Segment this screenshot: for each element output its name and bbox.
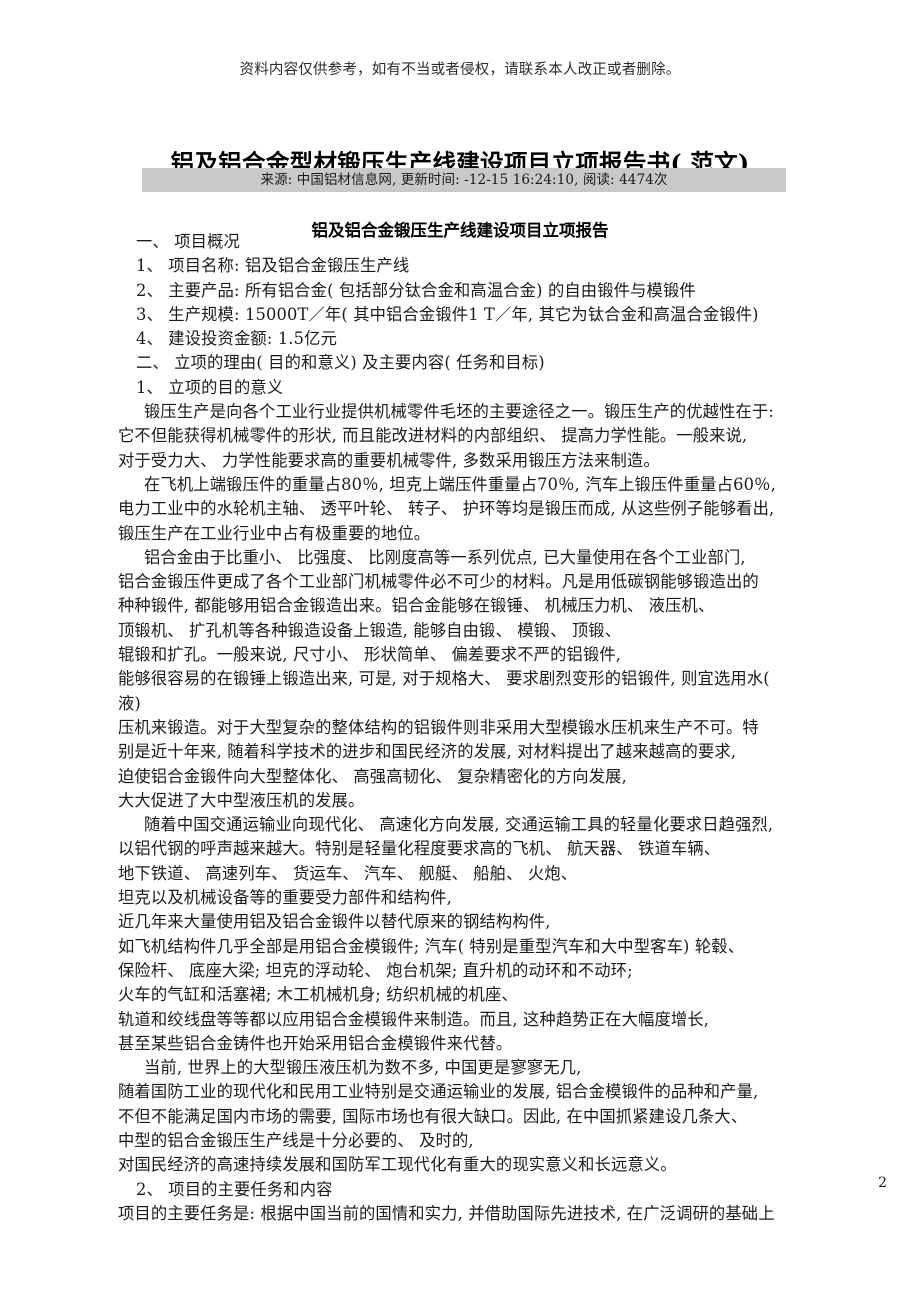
body-line: 以铝代钢的呼声越来越大。特别是轻量化程度要求高的飞机、 航天器、 铁道车辆、 bbox=[118, 839, 721, 859]
body-line: 压机来锻造。对于大型复杂的整体结构的铝锻件则非采用大型模锻水压机来生产不可。特 bbox=[118, 717, 759, 737]
body-line: 对于受力大、 力学性能要求高的重要机械零件, 多数采用锻压方法来制造。 bbox=[118, 450, 660, 470]
body-line: 近几年来大量使用铝及铝合金锻件以替代原来的钢结构构件, bbox=[118, 912, 551, 932]
body-line: 1、 立项的目的意义 bbox=[136, 377, 284, 397]
body-line: 锻压生产是向各个工业行业提供机械零件毛坯的主要途径之一。锻压生产的优越性在于: bbox=[144, 402, 775, 422]
document-body: 一、 项目概况 1、 项目名称: 铝及铝合金锻压生产线 2、 主要产品: 所有铝合金… bbox=[118, 230, 833, 1226]
body-line: 项目的主要任务是: 根据中国当前的国情和实力, 并借助国际先进技术, 在广泛调研… bbox=[118, 1203, 775, 1223]
body-line: 锻压生产在工业行业中占有极重要的地位。 bbox=[118, 523, 431, 543]
body-line: 别是近十年来, 随着科学技术的进步和国民经济的发展, 对材料提出了越来越高的要求… bbox=[118, 742, 737, 762]
body-line: 如飞机结构件几乎全部是用铝合金模锻件; 汽车( 特别是重型汽车和大中型客车) 轮… bbox=[118, 936, 745, 956]
body-line: 地下铁道、 高速列车、 货运车、 汽车、 舰艇、 船舶、 火炮、 bbox=[118, 863, 578, 883]
document-page: 资料内容仅供参考，如有不当或者侵权，请联系本人改正或者删除。 铝及铝合金型材锻压… bbox=[0, 0, 920, 1302]
body-line: 铝合金由于比重小、 比强度、 比刚度高等一系列优点, 已大量使用在各个工业部门, bbox=[144, 547, 746, 567]
body-line: 辊锻和扩孔。一般来说, 尺寸小、 形状简单、 偏差要求不严的铝锻件, bbox=[118, 645, 622, 665]
body-line: 火车的气缸和活塞裙; 木工机械机身; 纺织机械的机座、 bbox=[118, 985, 518, 1005]
body-line: 甚至某些铝合金铸件也开始采用铝合金模锻件来代替。 bbox=[118, 1033, 513, 1053]
body-line: 大大促进了大中型液压机的发展。 bbox=[118, 790, 365, 810]
body-line: 当前, 世界上的大型锻压液压机为数不多, 中国更是寥寥无几, bbox=[144, 1058, 582, 1078]
body-line: 对国民经济的高速持续发展和国防军工现代化有重大的现实意义和长远意义。 bbox=[118, 1155, 677, 1175]
body-line: 二、 立项的理由( 目的和意义) 及主要内容( 任务和目标) bbox=[136, 353, 545, 373]
body-line: 种种锻件, 都能够用铝合金锻造出来。铝合金能够在锻锤、 机械压力机、 液压机、 bbox=[118, 596, 715, 616]
body-line: 不但不能满足国内市场的需要, 国际市场也有很大缺口。因此, 在中国抓紧建设几条大… bbox=[118, 1106, 748, 1126]
body-line: 坦克以及机械设备等的重要受力部件和结构件, bbox=[118, 888, 452, 908]
body-line: 轨道和绞线盘等等都以应用铝合金模锻件来制造。而且, 这种趋势正在大幅度增长, bbox=[118, 1009, 710, 1029]
body-line: 一、 项目概况 bbox=[136, 232, 240, 251]
body-line: 随着中国交通运输业向现代化、 高速化方向发展, 交通运输工具的轻量化要求日趋强烈… bbox=[144, 815, 774, 835]
source-info-bar: 来源: 中国铝材信息网, 更新时间: -12-15 16:24:10, 阅读: … bbox=[142, 168, 786, 192]
body-line: 铝合金锻压件更成了各个工业部门机械零件必不可少的材料。凡是用低碳钢能够锻造出的 bbox=[118, 572, 759, 592]
body-line: 随着国防工业的现代化和民用工业特别是交通运输业的发展, 铝合金模锻件的品种和产量… bbox=[118, 1082, 759, 1102]
body-line: 液) bbox=[118, 693, 141, 713]
body-line: 在飞机上端锻压件的重量占80％, 坦克上端压件重量占70％, 汽车上锻压件重量占… bbox=[144, 474, 776, 494]
disclaimer-text: 资料内容仅供参考，如有不当或者侵权，请联系本人改正或者删除。 bbox=[239, 62, 681, 78]
body-line: 迫使铝合金锻件向大型整体化、 高强高韧化、 复杂精密化的方向发展, bbox=[118, 766, 627, 786]
body-line: 顶锻机、 扩孔机等各种锻造设备上锻造, 能够自由锻、 模锻、 顶锻、 bbox=[118, 620, 622, 640]
body-line: 电力工业中的水轮机主轴、 透平叶轮、 转子、 护环等均是锻压而成, 从这些例子能… bbox=[118, 499, 775, 519]
body-line: 它不但能获得机械零件的形状, 而且能改进材料的内部组织、 提高力学性能。一般来说… bbox=[118, 426, 748, 446]
body-line: 3、 生产规模: 15000T／年( 其中铝合金锻件1 T／年, 其它为钛合金和… bbox=[136, 304, 759, 324]
body-line: 2、 主要产品: 所有铝合金( 包括部分钛合金和高温合金) 的自由锻件与模锻件 bbox=[136, 280, 696, 300]
body-line: 1、 项目名称: 铝及铝合金锻压生产线 bbox=[136, 256, 410, 276]
body-line: 保险杆、 底座大梁; 坦克的浮动轮、 炮台机架; 直升机的动环和不动环; bbox=[118, 960, 633, 980]
body-line: 能够很容易的在锻锤上锻造出来, 可是, 对于规格大、 要求剧烈变形的铝锻件, 则… bbox=[118, 669, 770, 689]
body-line: 4、 建设投资金额: 1.5亿元 bbox=[136, 329, 338, 349]
page-number: 2 bbox=[878, 1175, 887, 1191]
body-line: 中型的铝合金锻压生产线是十分必要的、 及时的, bbox=[118, 1130, 474, 1150]
